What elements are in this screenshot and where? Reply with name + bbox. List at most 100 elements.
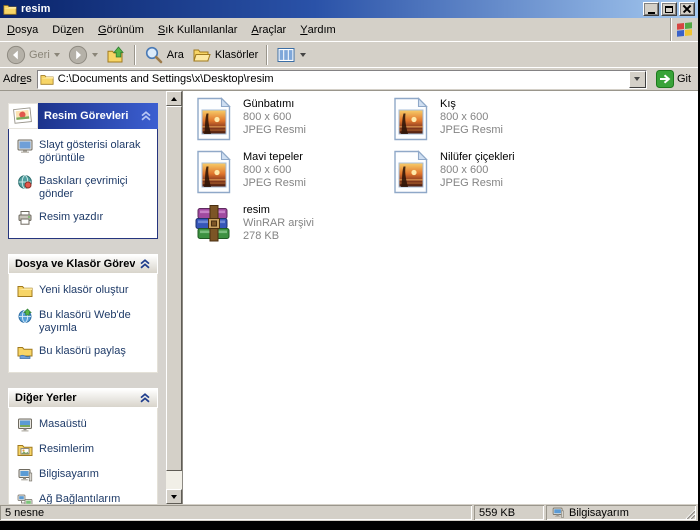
file-tile-g-nbat-m-800-x-600[interactable]: Günbatımı800 x 600JPEG Resmi bbox=[191, 97, 388, 150]
triangle-up-icon bbox=[171, 97, 177, 101]
file-tile-text: Kış800 x 600JPEG Resmi bbox=[440, 97, 503, 137]
network-icon bbox=[17, 492, 33, 504]
file-meta-line: JPEG Resmi bbox=[243, 124, 306, 137]
minimize-button[interactable] bbox=[643, 2, 659, 16]
file-name: resim bbox=[243, 204, 314, 217]
address-input[interactable]: C:\Documents and Settings\x\Desktop\resi… bbox=[37, 70, 647, 89]
task-link-label: Ağ Bağlantılarım bbox=[39, 492, 120, 504]
task-link-label: Resim yazdır bbox=[39, 210, 103, 224]
menu-items: DosyaDüzenGörünümSık KullanılanlarAraçla… bbox=[0, 18, 343, 41]
file-tile-k-800-x-600[interactable]: Kış800 x 600JPEG Resmi bbox=[388, 97, 585, 150]
scrollbar-track[interactable] bbox=[166, 106, 182, 489]
file-tile-resim-winrar-ar-ivi[interactable]: resimWinRAR arşivi278 KB bbox=[191, 203, 388, 256]
toolbar-views-button[interactable] bbox=[272, 43, 310, 67]
task-link-bu-klas-r-web-de-yay-mla[interactable]: Bu klasörü Web'de yayımla bbox=[17, 308, 151, 335]
menu-item-s-k-kullan-lanlar[interactable]: Sık Kullanılanlar bbox=[151, 18, 245, 41]
publish-web-icon bbox=[17, 308, 33, 324]
picture-tasks-icon bbox=[11, 105, 35, 127]
scroll-down-button[interactable] bbox=[166, 489, 182, 504]
share-folder-icon bbox=[17, 344, 33, 360]
menu-item-ara-lar[interactable]: Araçlar bbox=[244, 18, 293, 41]
sidebar-scrollbar[interactable] bbox=[166, 91, 182, 504]
content-area: Resim GörevleriSlayt gösterisi olarak gö… bbox=[0, 91, 698, 504]
go-button[interactable]: Git bbox=[652, 70, 695, 88]
toolbar-search-label: Ara bbox=[167, 49, 184, 61]
section-body-picture-tasks: Slayt gösterisi olarak görüntüle Baskılar… bbox=[8, 129, 158, 239]
chevron-down-icon[interactable] bbox=[300, 53, 306, 57]
my-computer-icon bbox=[17, 467, 33, 483]
address-dropdown-button[interactable] bbox=[629, 71, 646, 88]
file-tile-nil-fer-i-ekleri-800-x-600[interactable]: Nilüfer çiçekleri800 x 600JPEG Resmi bbox=[388, 150, 585, 203]
task-link-masa-st[interactable]: Masaüstü bbox=[17, 417, 151, 433]
task-link-bilgisayar-m[interactable]: Bilgisayarım bbox=[17, 467, 151, 483]
sidebar-section-other-places: Diğer Yerler Masaüstü Resimlerim Bilgisayar… bbox=[8, 388, 158, 504]
task-link-slayt-g-sterisi-olarak-g-r-nt-le[interactable]: Slayt gösterisi olarak görüntüle bbox=[17, 138, 151, 165]
sidebar-section-file-folder-tasks: Dosya ve Klasör Görevleri Yeni klasör olu… bbox=[8, 254, 158, 373]
menubar: DosyaDüzenGörünümSık KullanılanlarAraçla… bbox=[0, 18, 698, 42]
menubar-spacer bbox=[343, 18, 670, 41]
status-location-label: Bilgisayarım bbox=[569, 507, 629, 519]
views-icon bbox=[276, 45, 296, 65]
chevron-up-icon[interactable] bbox=[140, 111, 152, 121]
chevron-down-icon[interactable] bbox=[54, 53, 60, 57]
toolbar-search-button[interactable]: Ara bbox=[140, 43, 188, 67]
section-header-file-folder-tasks[interactable]: Dosya ve Klasör Görevleri bbox=[8, 254, 158, 274]
statusbar: 5 nesne 559 KB Bilgisayarım bbox=[0, 504, 698, 521]
task-link-label: Bu klasörü Web'de yayımla bbox=[39, 308, 151, 335]
task-link-resimlerim[interactable]: Resimlerim bbox=[17, 442, 151, 458]
chevron-up-icon[interactable] bbox=[139, 393, 151, 403]
task-link-label: Baskıları çevrimiçi gönder bbox=[39, 174, 151, 201]
file-tile-text: Nilüfer çiçekleri800 x 600JPEG Resmi bbox=[440, 150, 515, 190]
minimize-icon bbox=[648, 12, 655, 14]
sidebar-section-picture-tasks: Resim GörevleriSlayt gösterisi olarak gö… bbox=[8, 103, 158, 239]
back-arrow-icon bbox=[6, 45, 26, 65]
task-link-label: Yeni klasör oluştur bbox=[39, 283, 128, 297]
windows-flag-logo bbox=[670, 18, 698, 41]
window-title: resim bbox=[21, 3, 641, 15]
section-header-picture-tasks[interactable]: Resim Görevleri bbox=[8, 103, 158, 129]
scrollbar-thumb[interactable] bbox=[166, 106, 182, 471]
search-icon bbox=[144, 45, 164, 65]
menu-item-yard-m[interactable]: Yardım bbox=[293, 18, 342, 41]
toolbar-back-button[interactable]: Geri bbox=[2, 43, 64, 67]
addressbar: Adres C:\Documents and Settings\x\Deskto… bbox=[0, 68, 698, 91]
task-link-bask-lar-evrimi-i-g-nder[interactable]: Baskıları çevrimiçi gönder bbox=[17, 174, 151, 201]
task-pane-sidebar: Resim GörevleriSlayt gösterisi olarak gö… bbox=[0, 91, 166, 504]
task-link-label: Masaüstü bbox=[39, 417, 87, 431]
toolbar-up-button[interactable] bbox=[102, 43, 130, 67]
new-folder-icon bbox=[17, 283, 33, 299]
go-label: Git bbox=[677, 73, 691, 85]
menu-item-g-r-n-m[interactable]: Görünüm bbox=[91, 18, 151, 41]
task-link-label: Bilgisayarım bbox=[39, 467, 99, 481]
chevron-up-icon[interactable] bbox=[139, 259, 151, 269]
close-button[interactable] bbox=[679, 2, 695, 16]
file-meta-line: 800 x 600 bbox=[440, 111, 503, 124]
scroll-up-button[interactable] bbox=[166, 91, 182, 106]
task-link-a-ba-lant-lar-m[interactable]: Ağ Bağlantılarım bbox=[17, 492, 151, 504]
file-tile-text: resimWinRAR arşivi278 KB bbox=[243, 203, 314, 243]
resize-grip[interactable] bbox=[683, 507, 695, 519]
file-meta-line: 278 KB bbox=[243, 230, 314, 243]
task-link-label: Resimlerim bbox=[39, 442, 94, 456]
task-link-yeni-klas-r-olu-tur[interactable]: Yeni klasör oluştur bbox=[17, 283, 151, 299]
file-meta-line: JPEG Resmi bbox=[440, 177, 515, 190]
forward-arrow-icon bbox=[68, 45, 88, 65]
toolbar-folders-button[interactable]: Klasörler bbox=[188, 43, 262, 67]
file-meta-line: 800 x 600 bbox=[243, 164, 306, 177]
file-meta-line: JPEG Resmi bbox=[243, 177, 306, 190]
close-icon bbox=[683, 5, 691, 13]
maximize-button[interactable] bbox=[661, 2, 677, 16]
toolbar-forward-button[interactable] bbox=[64, 43, 102, 67]
status-location: Bilgisayarım bbox=[546, 505, 696, 520]
file-tile-mavi-tepeler-800-x-600[interactable]: Mavi tepeler800 x 600JPEG Resmi bbox=[191, 150, 388, 203]
menu-item-dosya[interactable]: Dosya bbox=[0, 18, 45, 41]
section-header-other-places[interactable]: Diğer Yerler bbox=[8, 388, 158, 408]
address-path[interactable]: C:\Documents and Settings\x\Desktop\resi… bbox=[58, 73, 629, 85]
menu-item-d-zen[interactable]: Düzen bbox=[45, 18, 91, 41]
task-link-bu-klas-r-payla[interactable]: Bu klasörü paylaş bbox=[17, 344, 151, 360]
chevron-down-icon[interactable] bbox=[92, 53, 98, 57]
winrar-archive-icon bbox=[191, 203, 235, 247]
task-link-resim-yazd-r[interactable]: Resim yazdır bbox=[17, 210, 151, 226]
toolbar: Geri Ara Klasörler bbox=[0, 42, 698, 68]
file-meta-line: WinRAR arşivi bbox=[243, 217, 314, 230]
